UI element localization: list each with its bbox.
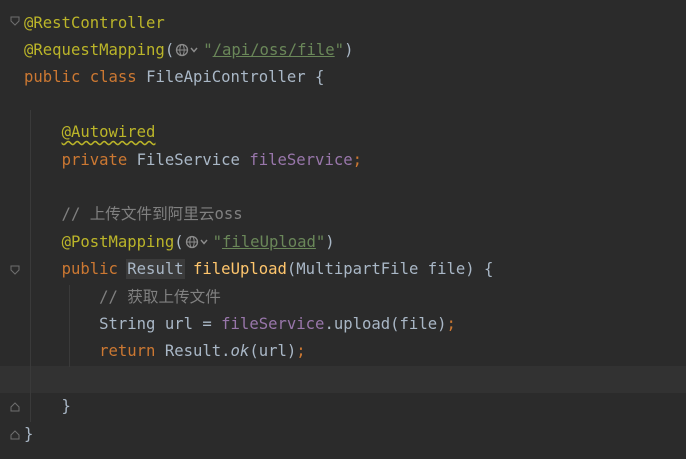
code-token: public class xyxy=(24,68,147,87)
code-token: @PostMapping xyxy=(61,232,175,251)
code-text: // 获取上传文件 xyxy=(24,284,221,311)
code-text: @PostMapping( "fileUpload") xyxy=(24,229,335,256)
code-text: public class FileApiController { xyxy=(24,64,324,91)
code-line[interactable]: public Result fileUpload(MultipartFile f… xyxy=(0,256,686,283)
code-text: private FileService fileService; xyxy=(24,147,362,174)
code-line[interactable]: @Autowired xyxy=(0,119,686,146)
code-editor[interactable]: } } return Result.ok(url); String url = … xyxy=(0,0,686,459)
code-token: fileService xyxy=(249,150,353,169)
code-token: private xyxy=(61,150,137,169)
code-line[interactable]: @RequestMapping( "/api/oss/file") xyxy=(0,37,686,64)
code-token: (MultipartFile file) { xyxy=(286,260,494,279)
code-token: return xyxy=(99,342,165,361)
code-token: ok xyxy=(230,342,250,361)
code-text: @Autowired xyxy=(24,119,156,146)
globe-icon[interactable] xyxy=(185,234,212,250)
code-token: (url) xyxy=(249,342,297,361)
code-line[interactable]: // 获取上传文件 xyxy=(0,284,686,311)
code-token: ) xyxy=(344,40,354,59)
code-token: ( xyxy=(174,232,184,251)
code-line[interactable]: @PostMapping( "fileUpload") xyxy=(0,229,686,256)
code-token: // 获取上传文件 xyxy=(24,287,221,306)
code-token: String url = xyxy=(24,314,222,333)
fold-end-icon[interactable] xyxy=(10,430,20,440)
code-token: ; xyxy=(296,342,306,361)
fold-start-icon[interactable] xyxy=(10,265,20,275)
code-line[interactable] xyxy=(0,92,686,119)
code-text: String url = fileService.upload(file); xyxy=(24,311,456,338)
code-token: " xyxy=(212,232,223,251)
code-line[interactable] xyxy=(0,174,686,201)
code-text: @RestController xyxy=(24,10,165,37)
code-token: Result xyxy=(126,259,185,280)
code-line[interactable]: private FileService fileService; xyxy=(0,147,686,174)
fold-end-icon[interactable] xyxy=(10,402,20,412)
code-token: fileUpload xyxy=(222,232,316,251)
code-token: fileUpload xyxy=(193,260,287,279)
code-text: return Result.ok(url); xyxy=(24,338,306,365)
code-text: } xyxy=(24,393,71,420)
code-token: Result. xyxy=(164,342,231,361)
code-text: public Result fileUpload(MultipartFile f… xyxy=(24,256,493,283)
code-token: FileApiController { xyxy=(146,68,325,87)
code-line[interactable]: String url = fileService.upload(file); xyxy=(0,311,686,338)
code-token: ; xyxy=(352,150,363,169)
indent-guide xyxy=(69,285,70,367)
code-token: public xyxy=(61,260,128,279)
code-line[interactable]: } xyxy=(0,393,686,420)
code-token: } xyxy=(24,397,71,416)
code-line[interactable] xyxy=(0,365,686,394)
code-token: @RestController xyxy=(24,13,165,32)
code-token: " xyxy=(203,40,213,59)
code-line[interactable]: // 上传文件到阿里云oss xyxy=(0,201,686,228)
code-token: ( xyxy=(164,40,175,59)
code-token: " xyxy=(315,232,326,251)
code-token: FileService xyxy=(136,150,250,169)
code-text: // 上传文件到阿里云oss xyxy=(24,201,243,228)
code-line[interactable]: return Result.ok(url); xyxy=(0,338,686,365)
code-token: ) xyxy=(325,232,335,251)
code-text: @RequestMapping( "/api/oss/file") xyxy=(24,37,353,64)
code-line[interactable]: @RestController xyxy=(0,10,686,37)
code-token: ; xyxy=(446,314,456,333)
fold-start-icon[interactable] xyxy=(10,16,20,26)
code-token: .upload(file) xyxy=(324,314,447,333)
code-token: /api/oss/file xyxy=(212,40,335,59)
indent-guide xyxy=(30,110,31,422)
code-token: @RequestMapping xyxy=(24,40,165,59)
code-token: @Autowired xyxy=(61,123,156,142)
globe-icon[interactable] xyxy=(175,42,202,58)
code-token: fileService xyxy=(221,314,325,333)
code-text: } xyxy=(24,421,33,448)
code-line[interactable]: public class FileApiController { xyxy=(0,64,686,91)
code-token: } xyxy=(24,424,34,443)
code-line[interactable]: } xyxy=(0,421,686,448)
code-token: // 上传文件到阿里云oss xyxy=(24,205,243,224)
code-token: " xyxy=(334,40,345,59)
